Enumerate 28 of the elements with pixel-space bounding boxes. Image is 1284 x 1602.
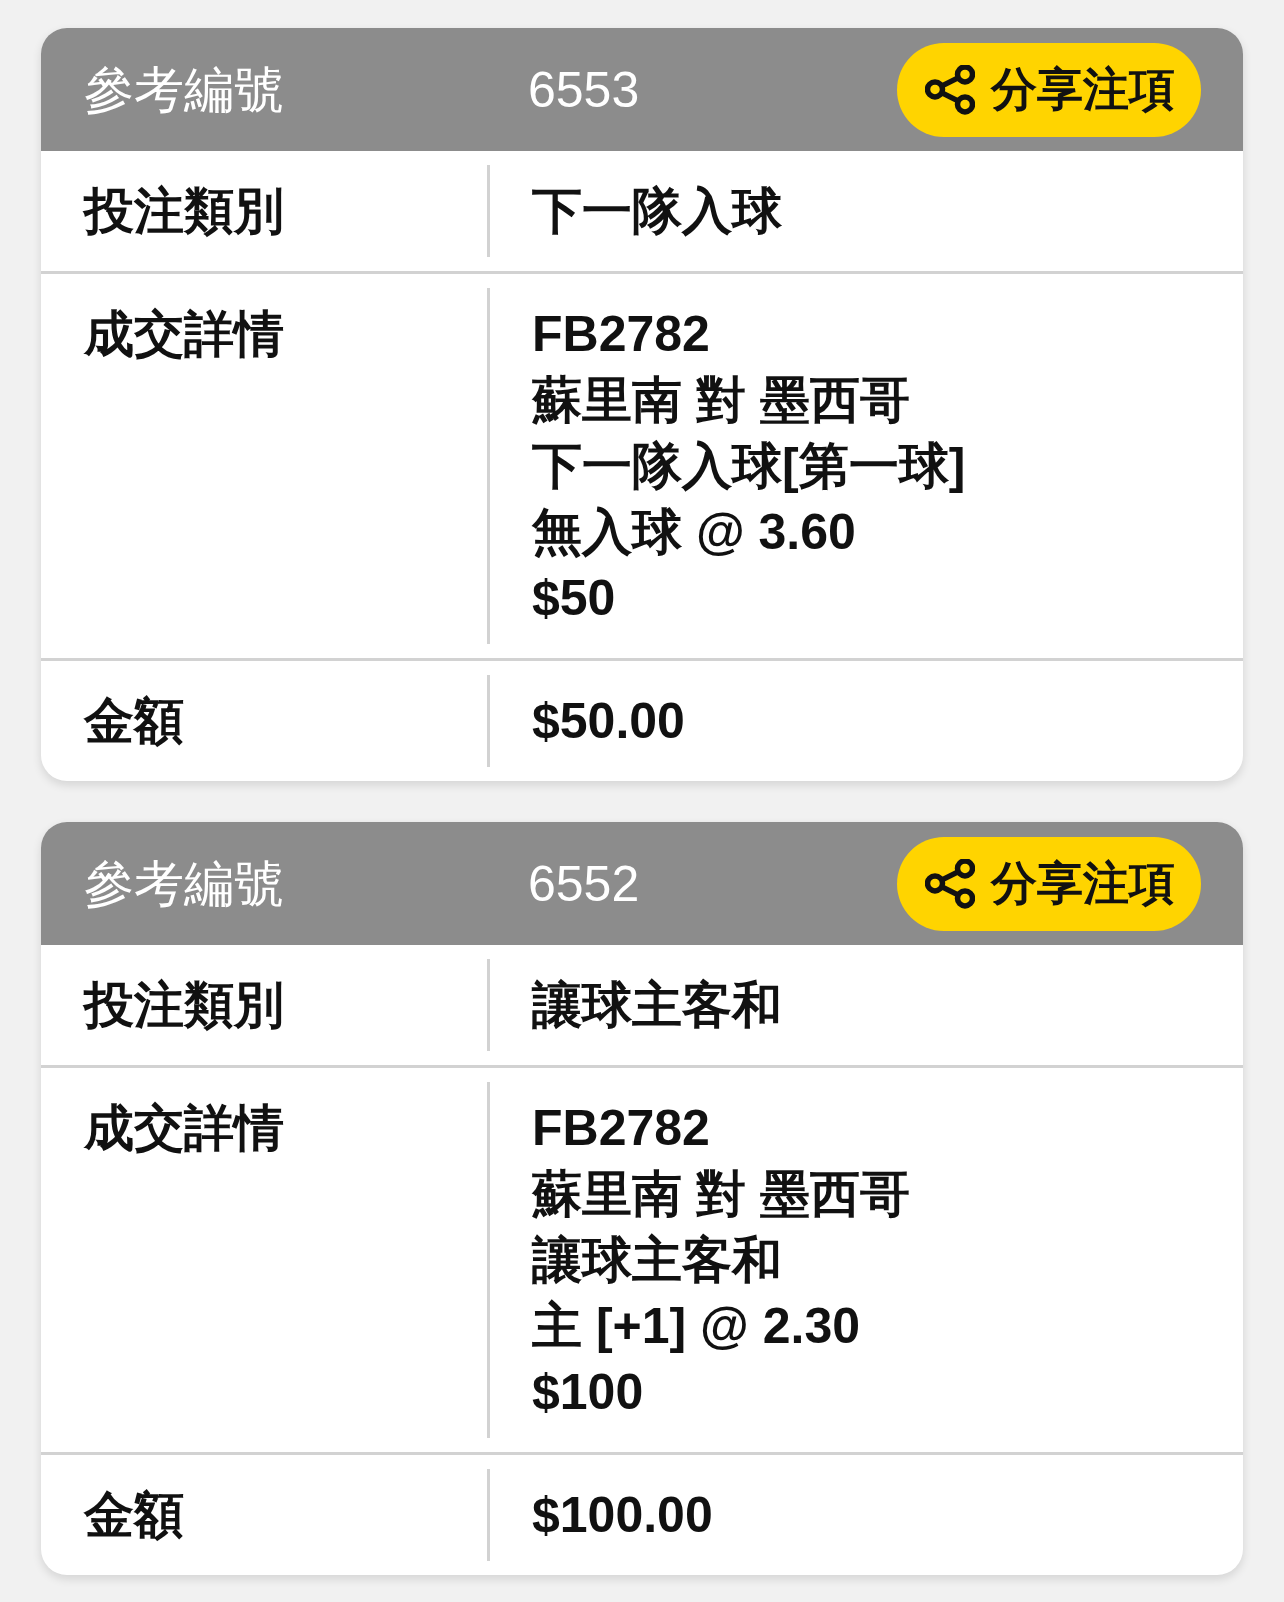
- row-value: 讓球主客和: [532, 1231, 782, 1290]
- row-value: $50: [532, 569, 616, 628]
- row-label: 成交詳情: [82, 1099, 285, 1158]
- row-value: 蘇里南 對 墨西哥: [532, 371, 910, 430]
- share-icon: [925, 858, 975, 909]
- row-value: FB2782: [532, 305, 710, 364]
- share-button[interactable]: 分享注項: [897, 836, 1201, 931]
- row-label: 成交詳情: [82, 305, 285, 364]
- share-button[interactable]: 分享注項: [897, 42, 1201, 137]
- row-value: 蘇里南 對 墨西哥: [532, 1165, 910, 1224]
- row-value: 下一隊入球[第一球]: [532, 437, 966, 496]
- row-label: 投注類別: [81, 182, 285, 241]
- row-label: 金額: [82, 692, 185, 751]
- reference-number: 6553: [527, 64, 640, 115]
- row-value: $100.00: [532, 1486, 713, 1545]
- row-value: 下一隊入球: [532, 182, 782, 241]
- row-value: FB2782: [532, 1099, 710, 1158]
- row-value: 無入球 @ 3.60: [532, 503, 856, 562]
- row-label: 投注類別: [81, 976, 285, 1035]
- reference-number: 6552: [527, 858, 640, 909]
- share-icon: [925, 64, 975, 115]
- row-label: 金額: [82, 1486, 185, 1545]
- row-value: $100: [532, 1363, 644, 1422]
- reference-label: 參考編號: [83, 858, 285, 909]
- row-value: 主 [+1] @ 2.30: [532, 1297, 861, 1356]
- row-value: $50.00: [532, 692, 685, 751]
- row-value: 讓球主客和: [532, 976, 782, 1035]
- reference-label: 參考編號: [83, 64, 285, 115]
